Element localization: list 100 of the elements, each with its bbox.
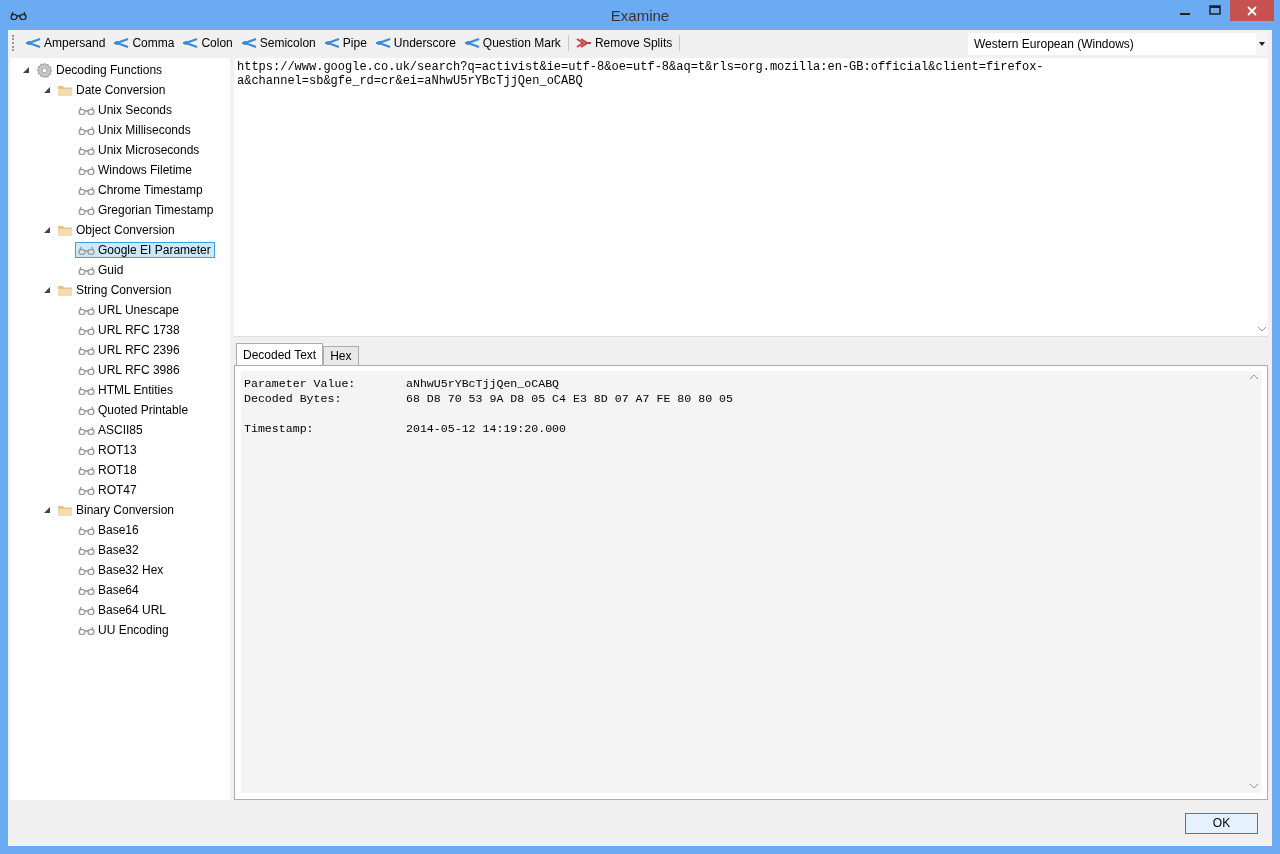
expanded-triangle-icon[interactable] (43, 286, 51, 294)
expanded-triangle-icon[interactable] (43, 226, 51, 234)
tree-item[interactable]: ROT13 (75, 442, 141, 458)
folder-icon (57, 283, 73, 297)
glasses-icon (78, 245, 95, 255)
dropdown-arrow-icon (1259, 41, 1265, 46)
glasses-icon (78, 145, 95, 155)
window-title: Examine (610, 7, 670, 24)
tree-item[interactable]: URL RFC 3986 (75, 362, 184, 378)
app-icon (10, 10, 27, 20)
split-arrow-icon (374, 36, 391, 49)
expanded-triangle-icon[interactable] (22, 66, 30, 74)
tree-item[interactable]: UU Encoding (75, 622, 173, 638)
tree-item[interactable]: Base64 URL (75, 602, 171, 618)
toolbar-button[interactable]: Remove Splits (571, 33, 677, 52)
tree-item[interactable]: URL RFC 2396 (75, 342, 184, 358)
tree-item[interactable]: String Conversion (54, 282, 176, 298)
glasses-icon (78, 465, 95, 475)
toolbar-button[interactable]: Question Mark (459, 33, 565, 52)
glasses-icon (78, 105, 95, 115)
glasses-icon (78, 185, 95, 195)
tree-item[interactable]: Gregorian Timestamp (75, 202, 218, 218)
glasses-icon (78, 405, 95, 415)
tree-item[interactable]: Google EI Parameter (75, 242, 215, 258)
close-button[interactable] (1230, 0, 1274, 21)
tree-item[interactable]: Base64 (75, 582, 143, 598)
tree-item[interactable]: Base16 (75, 522, 143, 538)
tree-item[interactable]: Quoted Printable (75, 402, 193, 418)
tree-item[interactable]: URL RFC 1738 (75, 322, 184, 338)
input-field[interactable]: https://www.google.co.uk/search?q=activist&ie=utf-8&oe=utf-8&aq=t&rls=org.mozilla:en-GB:official&client=firefox-a&channel=sb&gfe_rd=cr&ei=aNhwU5rYBcTjjQen_oCABQ (234, 58, 1268, 337)
tree-item[interactable]: Object Conversion (54, 222, 179, 238)
glasses-icon (78, 545, 95, 555)
tree-item[interactable]: Windows Filetime (75, 162, 197, 178)
glasses-icon (78, 625, 95, 635)
tree-item[interactable]: ROT18 (75, 462, 141, 478)
tree-item[interactable]: Chrome Timestamp (75, 182, 207, 198)
glasses-icon (78, 265, 95, 275)
glasses-icon (78, 345, 95, 355)
glasses-icon (78, 585, 95, 595)
split-arrow-icon (113, 36, 130, 49)
field-value: 2014-05-12 14:19:20.000 (406, 421, 568, 436)
glasses-icon (78, 565, 95, 575)
close-icon (1247, 5, 1257, 16)
tree-item[interactable]: Base32 Hex (75, 562, 168, 578)
split-arrow-icon (25, 36, 41, 49)
tree-item[interactable]: URL Unescape (75, 302, 183, 318)
folder-icon (57, 223, 73, 237)
encoding-dropdown[interactable]: Western European (Windows) (968, 32, 1268, 55)
folder-icon (57, 503, 73, 517)
glasses-icon (78, 485, 95, 495)
tab[interactable]: Hex (323, 346, 359, 365)
tree-item[interactable]: Guid (75, 262, 128, 278)
glasses-icon (78, 525, 95, 535)
tree-item[interactable]: Date Conversion (54, 82, 170, 98)
expanded-triangle-icon[interactable] (43, 86, 51, 94)
toolbar-button[interactable]: Pipe (319, 33, 371, 52)
glasses-icon (78, 325, 95, 335)
split-arrow-icon (240, 36, 257, 49)
glasses-icon (78, 425, 95, 435)
toolbar-button[interactable]: Semicolon (236, 33, 320, 52)
field-value: 68 D8 70 53 9A D8 05 C4 E3 8D 07 A7 FE 80 80 05 (406, 391, 734, 406)
scroll-up-icon[interactable] (1250, 375, 1258, 380)
toolbar-button[interactable]: Ampersand (21, 33, 110, 52)
tree-item[interactable]: HTML Entities (75, 382, 177, 398)
glasses-icon (78, 205, 95, 215)
split-arrow-icon (182, 36, 199, 49)
split-arrow-icon (463, 36, 480, 49)
glasses-icon (78, 385, 95, 395)
field-value: aNhwU5rYBcTjjQen_oCABQ (406, 376, 561, 391)
expanded-triangle-icon[interactable] (43, 506, 51, 514)
folder-icon (57, 83, 73, 97)
tree-item[interactable]: Unix Milliseconds (75, 122, 195, 138)
scroll-down-icon[interactable] (1250, 784, 1258, 789)
field-label: Decoded Bytes: (244, 391, 343, 406)
toolbar-button[interactable]: Comma (109, 33, 179, 52)
glasses-icon (78, 165, 95, 175)
glasses-icon (78, 305, 95, 315)
glasses-icon (78, 445, 95, 455)
toolbar-button[interactable]: Underscore (370, 33, 460, 52)
field-label: Parameter Value: (244, 376, 357, 391)
tree-item[interactable]: Unix Microseconds (75, 142, 204, 158)
glasses-icon (78, 605, 95, 615)
ok-button[interactable]: OK (1185, 812, 1258, 834)
toolbar-button[interactable]: Colon (178, 33, 237, 52)
tree-item[interactable]: Base32 (75, 542, 143, 558)
tree-item[interactable]: Decoding Functions (33, 62, 167, 78)
tree-item[interactable]: ROT47 (75, 482, 141, 498)
scroll-down-icon[interactable] (1258, 327, 1266, 332)
split-arrow-icon (323, 36, 340, 49)
tree-item[interactable]: Unix Seconds (75, 102, 177, 118)
field-label: Timestamp: (244, 421, 315, 436)
tree-item[interactable]: Binary Conversion (54, 502, 179, 518)
minimize-icon (1180, 13, 1190, 15)
maximize-icon (1209, 5, 1221, 15)
scissors-icon (575, 36, 592, 49)
glasses-icon (78, 125, 95, 135)
gear-icon (36, 61, 53, 79)
tab[interactable]: Decoded Text (236, 343, 324, 365)
tree-item[interactable]: ASCII85 (75, 422, 147, 438)
glasses-icon (78, 365, 95, 375)
